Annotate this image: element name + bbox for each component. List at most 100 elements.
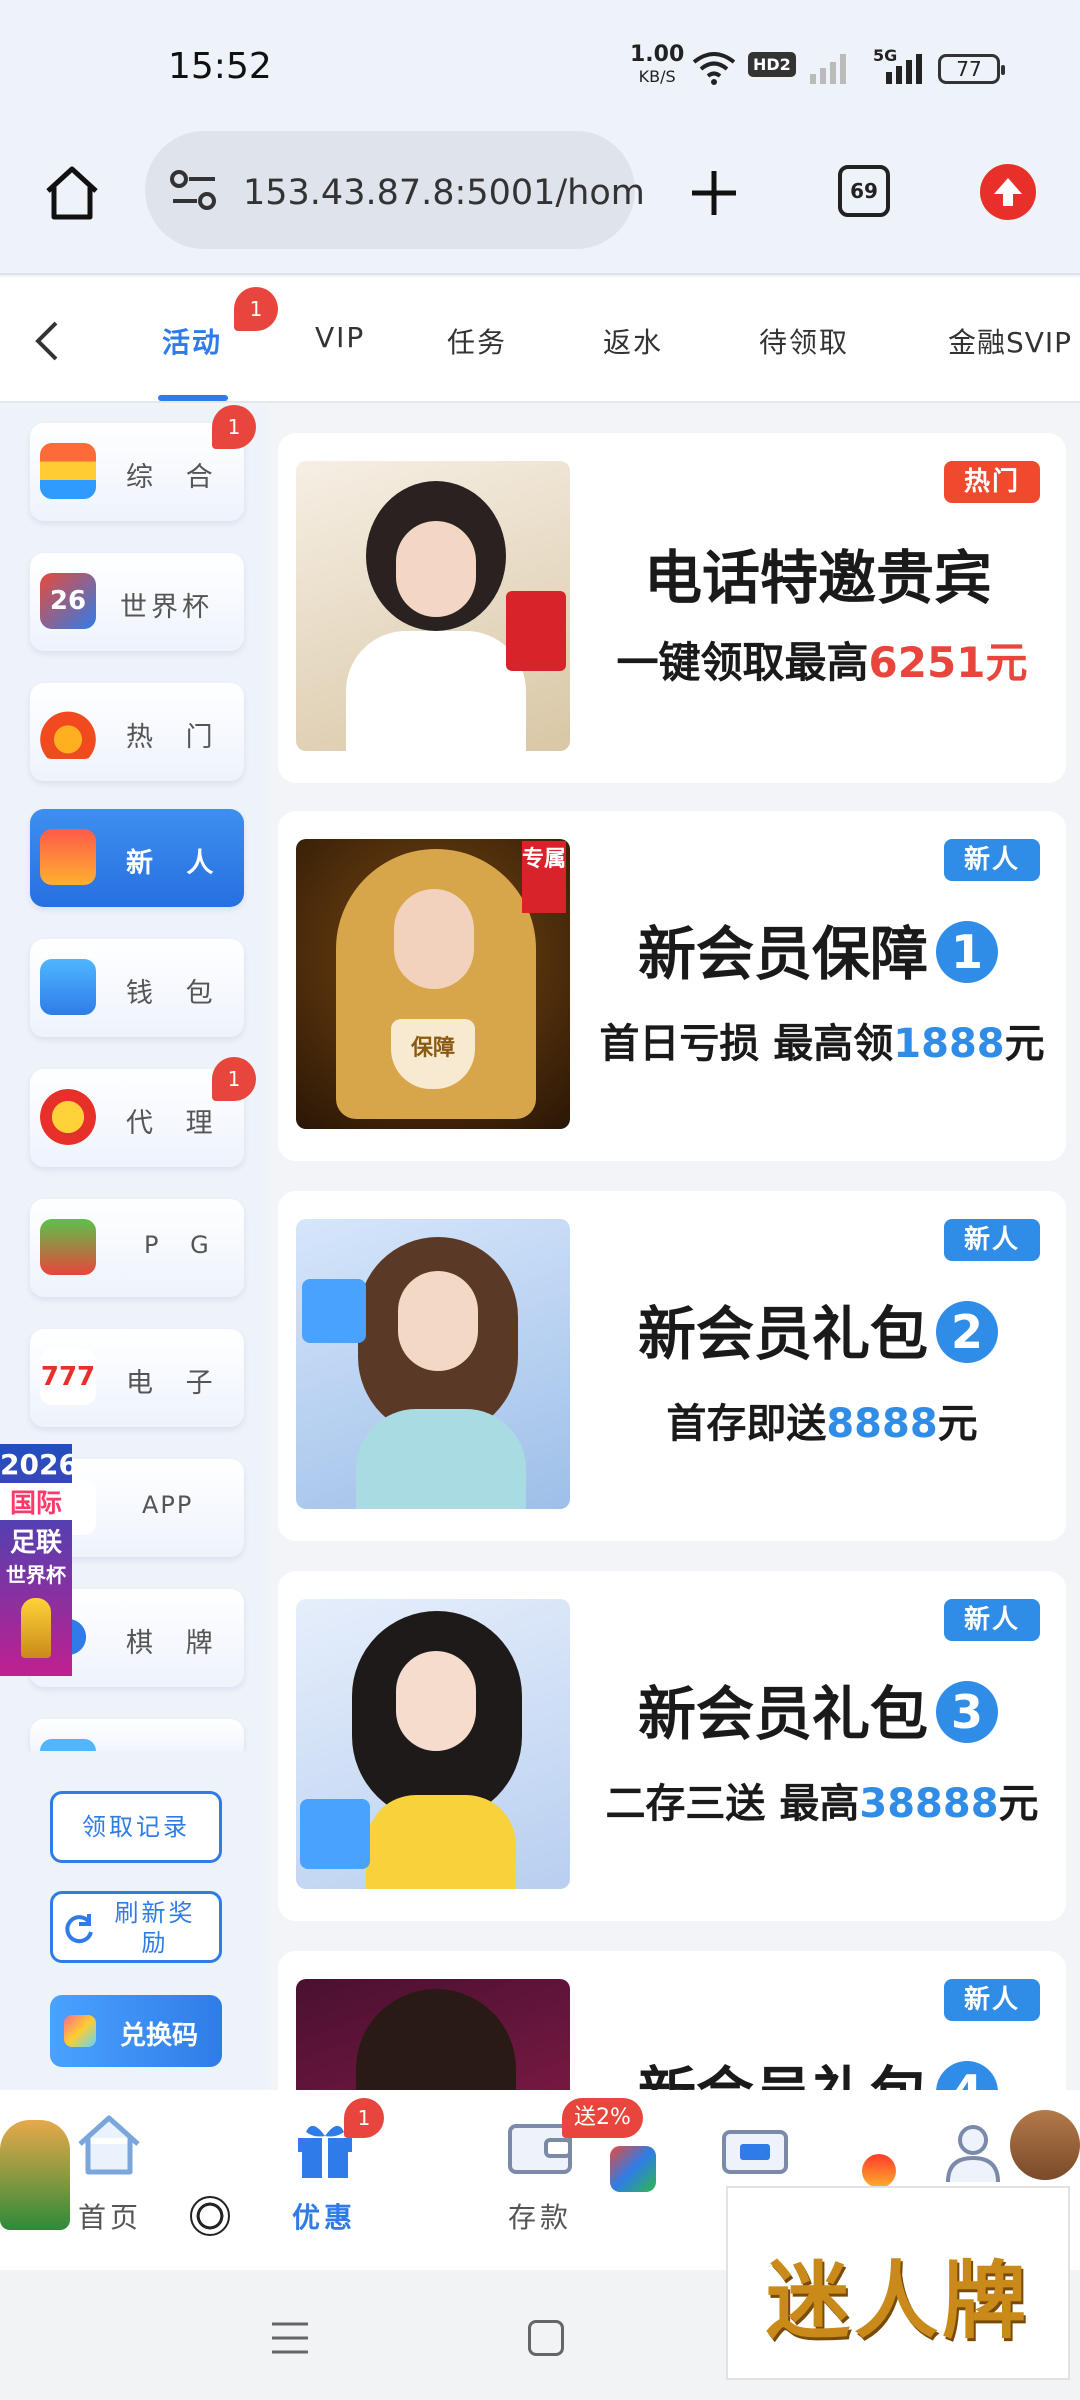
menu-icon[interactable] xyxy=(268,2318,312,2358)
sidebar-actions: 领取记录 刷新奖励 兑换码 xyxy=(0,1751,268,2090)
promo-card-new-member-pack-2[interactable]: 新人 新会员礼包 2 首存即送8888元 xyxy=(278,1191,1066,1541)
promo-title: 新会员礼包 2 xyxy=(578,1287,1058,1371)
sidebar-item-wallet[interactable]: 钱 包 xyxy=(30,939,244,1037)
back-arrow-icon[interactable] xyxy=(30,319,66,363)
network-speed-unit: KB/S xyxy=(638,67,676,86)
sidebar-item-pg[interactable]: P G xyxy=(30,1199,244,1297)
tab-vip[interactable]: VIP xyxy=(315,321,365,354)
tabs-switcher-button[interactable]: 69 xyxy=(838,165,890,217)
category-sidebar: 综 合 1 26 世界杯 热 门 新 人 钱 包 代 理 1 P G 777 电… xyxy=(0,405,268,2090)
site-settings-icon[interactable] xyxy=(169,169,219,213)
nav-ticket[interactable] xyxy=(718,2124,798,2184)
face-shape xyxy=(394,889,474,989)
promo-sub-suffix: 元 xyxy=(937,1401,978,1447)
promo-sub-prefix: 首存即送 xyxy=(666,1401,827,1447)
promo-title-text: 新会员保障 xyxy=(637,920,928,988)
promo-sub-prefix: 二存三送 最高 xyxy=(605,1781,860,1827)
brand-ad-text: 迷人牌 xyxy=(765,2252,1030,2350)
blue-gift-shape xyxy=(300,1799,370,1869)
face-shape xyxy=(396,521,476,617)
hair-shape xyxy=(356,1989,516,2090)
pg-game-icon xyxy=(40,1219,96,1275)
new-tab-icon[interactable] xyxy=(686,165,742,221)
promo-card-vip-call[interactable]: 热门 电话特邀贵宾 一键领取最高6251元 xyxy=(278,433,1066,783)
promo-title: 新会员礼包 4 xyxy=(578,2047,1058,2090)
brand-floating-ad[interactable]: 迷人牌 xyxy=(726,2186,1070,2380)
promo-subtitle: 首存即送8888元 xyxy=(574,1391,1070,1449)
nav-profile[interactable] xyxy=(940,2120,1010,2190)
blue-gift-shape xyxy=(302,1279,366,1343)
nav-deposit-badge: 送2% xyxy=(562,2098,643,2138)
promo-tag: 新人 xyxy=(943,1599,1040,1641)
worldcup-ad-line4: 世界杯 xyxy=(6,1563,66,1587)
nav-home[interactable] xyxy=(60,2110,190,2260)
gift-box-shape xyxy=(506,591,566,671)
tab-tasks[interactable]: 任务 xyxy=(447,321,507,361)
sidebar-item-label: APP xyxy=(142,1491,194,1519)
yellow-dress-shape xyxy=(366,1795,516,1889)
nav-home-label: 首页 xyxy=(78,2201,143,2234)
promo-card-new-member-guarantee[interactable]: 保障 专属 新人 新会员保障 1 首日亏损 最高领1888元 xyxy=(278,811,1066,1161)
refresh-reward-button[interactable]: 刷新奖励 xyxy=(50,1891,222,1963)
tab-activity[interactable]: 活动 xyxy=(162,321,222,361)
sidebar-item-slots[interactable]: 777 电 子 xyxy=(30,1329,244,1427)
refresh-icon xyxy=(65,1914,93,1944)
redeem-code-button[interactable]: 兑换码 xyxy=(50,1995,222,2067)
category-tabs: 活动 1 VIP 任务 返水 待领取 金融SVIP xyxy=(0,277,1080,403)
promo-number-circle: 3 xyxy=(936,1681,998,1743)
promo-image xyxy=(296,1979,570,2090)
sidebar-item-worldcup[interactable]: 26 世界杯 xyxy=(30,553,244,651)
tab-pending[interactable]: 待领取 xyxy=(759,321,849,361)
tab-rebate[interactable]: 返水 xyxy=(603,321,663,361)
redeem-code-label: 兑换码 xyxy=(120,2021,199,2051)
flame-icon xyxy=(40,703,96,759)
face-shape xyxy=(396,1651,476,1751)
promo-sub-value: 1888 xyxy=(893,1021,1005,1067)
nav-deposit-label: 存款 xyxy=(508,2201,573,2234)
user-icon xyxy=(946,2125,1000,2183)
promo-image xyxy=(296,1219,570,1509)
sidebar-general-badge: 1 xyxy=(212,405,256,449)
sidebar-item-label: 棋 牌 xyxy=(126,1628,225,1659)
wifi-icon xyxy=(692,52,736,85)
promo-title-text: 新会员礼包 xyxy=(637,1300,928,1368)
arrow-up-icon xyxy=(994,178,1022,206)
home-square-icon[interactable] xyxy=(528,2320,564,2356)
moose-mascot-icon xyxy=(1010,2110,1080,2180)
update-button[interactable] xyxy=(980,164,1036,220)
active-tab-indicator xyxy=(158,395,228,401)
tab-finance-svip[interactable]: 金融SVIP xyxy=(948,321,1072,361)
address-bar[interactable]: 153.43.87.8:5001/hom xyxy=(145,131,645,249)
refresh-reward-label: 刷新奖励 xyxy=(114,1899,196,1957)
sidebar-item-label: 世界杯 xyxy=(120,592,213,623)
browser-toolbar: 153.43.87.8:5001/hom 69 xyxy=(0,125,1080,275)
claim-record-button[interactable]: 领取记录 xyxy=(50,1791,222,1863)
worldcup-floating-ad[interactable]: 2026 国际 足联 世界杯 xyxy=(0,1444,72,1676)
promo-tag: 新人 xyxy=(943,1979,1040,2021)
promo-number-circle: 4 xyxy=(936,2061,998,2090)
promo-subtitle: 首日亏损 最高领1888元 xyxy=(574,1011,1070,1069)
status-bar: 15:52 1.00 KB/S HD2 5G 77 xyxy=(0,0,1080,125)
promo-sub-suffix: 元 xyxy=(998,1781,1039,1827)
sidebar-item-label: 新 人 xyxy=(126,848,226,879)
trophy-icon xyxy=(21,1598,51,1658)
worldcup-ad-line2: 国际 xyxy=(0,1483,72,1520)
promo-title-text: 新会员礼包 xyxy=(637,1680,928,1748)
url-text[interactable]: 153.43.87.8:5001/hom xyxy=(243,173,645,213)
promo-card-new-member-pack-3[interactable]: 新人 新会员礼包 3 二存三送 最高38888元 xyxy=(278,1571,1066,1921)
nav-offers-label: 优惠 xyxy=(292,2201,357,2234)
promo-card-new-member-pack-4[interactable]: 新人 新会员礼包 4 xyxy=(278,1951,1066,2090)
home-icon[interactable] xyxy=(40,161,104,225)
network-speed-value: 1.00 xyxy=(630,42,685,67)
tab-activity-badge: 1 xyxy=(234,287,278,331)
gift-colorful-icon xyxy=(64,2015,96,2047)
sidebar-item-hot[interactable]: 热 门 xyxy=(30,683,244,781)
promo-sub-prefix: 一键领取最高 xyxy=(616,638,869,687)
status-time: 15:52 xyxy=(168,46,272,87)
sidebar-item-newcomer[interactable]: 新 人 xyxy=(30,809,244,907)
promo-tag: 新人 xyxy=(943,1219,1040,1261)
nav-offers-badge: 1 xyxy=(344,2098,384,2138)
slot-777-icon: 777 xyxy=(40,1349,96,1405)
stack-icon xyxy=(40,443,96,499)
promo-sub-value: 8888 xyxy=(826,1401,938,1447)
